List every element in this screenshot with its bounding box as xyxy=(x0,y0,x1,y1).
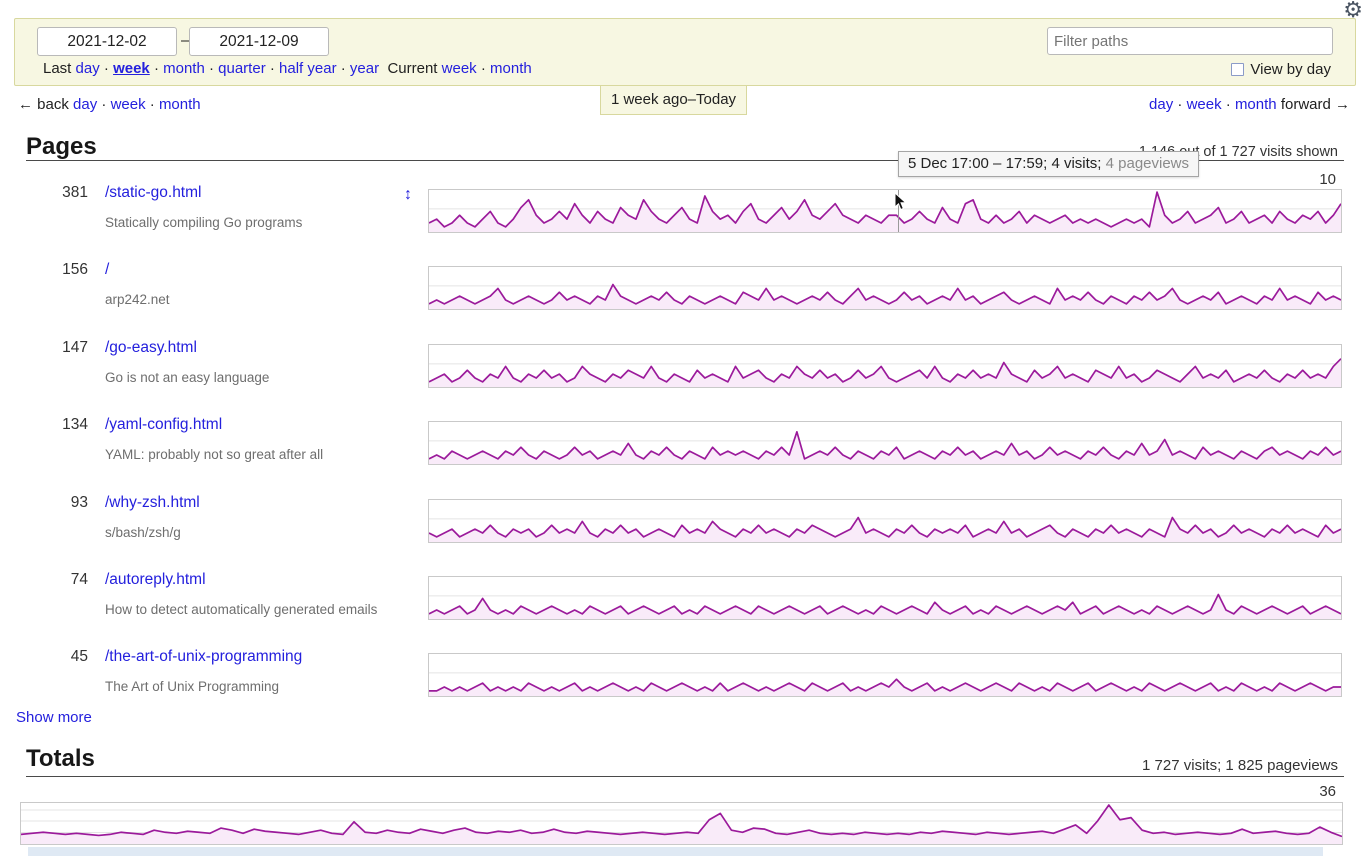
sparkline-chart[interactable] xyxy=(428,653,1342,697)
view-by-day-checkbox[interactable] xyxy=(1231,63,1244,76)
page-path-link[interactable]: /why-zsh.html xyxy=(105,494,200,512)
sparkline-chart[interactable] xyxy=(428,499,1342,543)
page-title-text: s/bash/zsh/g xyxy=(105,525,181,540)
page-visit-count: 74 xyxy=(26,571,88,589)
sparkline-chart[interactable] xyxy=(428,421,1342,465)
page-visit-count: 93 xyxy=(26,494,88,512)
page-title-text: The Art of Unix Programming xyxy=(105,679,279,694)
page-title-text: How to detect automatically generated em… xyxy=(105,602,377,617)
page-visit-count: 134 xyxy=(26,416,88,434)
page-path-link[interactable]: /autoreply.html xyxy=(105,571,206,589)
forward-label: forward → xyxy=(1281,96,1350,113)
page-path-link[interactable]: /the-art-of-unix-programming xyxy=(105,648,302,666)
period-last-year-link[interactable]: year xyxy=(350,60,379,77)
period-last-month-link[interactable]: month xyxy=(163,60,205,77)
forward-nav: day · week · month forward → xyxy=(1149,96,1350,113)
period-current-month-link[interactable]: month xyxy=(490,60,532,77)
period-last-day-link[interactable]: day xyxy=(76,60,100,77)
page-visit-count: 156 xyxy=(26,261,88,279)
chart-tooltip: 5 Dec 17:00 – 17:59; 4 visits; 4 pagevie… xyxy=(898,151,1199,177)
dot-separator: · xyxy=(150,96,155,113)
period-selector: Last day · week · month · quarter · half… xyxy=(43,60,532,77)
period-last-quarter-link[interactable]: quarter xyxy=(218,60,266,77)
back-nav: ← back day · week · month xyxy=(18,96,201,113)
period-current-week-link[interactable]: week xyxy=(442,60,477,77)
forward-week-link[interactable]: week xyxy=(1187,96,1222,113)
page-visit-count: 45 xyxy=(26,648,88,666)
sparkline-chart[interactable] xyxy=(428,344,1342,388)
page-path-link[interactable]: /static-go.html xyxy=(105,184,201,202)
page-path-link[interactable]: /yaml-config.html xyxy=(105,416,222,434)
page-path-link[interactable]: / xyxy=(105,261,109,279)
view-by-day-control: View by day xyxy=(1231,61,1331,78)
scale-toggle-icon[interactable]: ↕ xyxy=(404,186,412,204)
back-label: ← back xyxy=(18,96,69,113)
dot-separator: · xyxy=(1177,96,1182,113)
tooltip-text: 5 Dec 17:00 – 17:59; 4 visits; xyxy=(908,155,1106,172)
pages-chart-ymax-label: 10 xyxy=(1319,171,1336,188)
dot-separator: · xyxy=(341,60,346,77)
tooltip-pageviews-text: 4 pageviews xyxy=(1106,155,1189,172)
page-title-text: YAML: probably not so great after all xyxy=(105,447,323,462)
back-day-link[interactable]: day xyxy=(73,96,97,113)
current-label: Current xyxy=(387,60,437,77)
dot-separator: · xyxy=(270,60,275,77)
back-week-link[interactable]: week xyxy=(111,96,146,113)
page-visit-count: 147 xyxy=(26,339,88,357)
page-title-text: Go is not an easy language xyxy=(105,370,269,385)
period-last-halfyear-link[interactable]: half year xyxy=(279,60,337,77)
totals-chart[interactable] xyxy=(20,802,1343,845)
mouse-cursor xyxy=(894,192,908,216)
last-label: Last xyxy=(43,60,71,77)
totals-summary-text: 1 727 visits; 1 825 pageviews xyxy=(1142,757,1338,774)
forward-day-link[interactable]: day xyxy=(1149,96,1173,113)
dot-separator: · xyxy=(209,60,214,77)
filter-paths-input[interactable] xyxy=(1047,27,1333,55)
top-control-panel: – Last day · week · month · quarter · ha… xyxy=(14,18,1356,86)
back-month-link[interactable]: month xyxy=(159,96,201,113)
period-last-week-link[interactable]: week xyxy=(113,60,150,77)
date-end-input[interactable] xyxy=(189,27,329,56)
page-title-text: Statically compiling Go programs xyxy=(105,215,302,230)
current-range-tab: 1 week ago–Today xyxy=(600,86,747,115)
dot-separator: · xyxy=(154,60,159,77)
view-by-day-label: View by day xyxy=(1250,61,1331,78)
dot-separator: · xyxy=(1226,96,1231,113)
dot-separator: · xyxy=(101,96,106,113)
sparkline-chart[interactable] xyxy=(428,189,1342,233)
page-visit-count: 381 xyxy=(26,184,88,202)
show-more-link[interactable]: Show more xyxy=(16,709,92,726)
bottom-blue-strip xyxy=(28,847,1323,856)
page-title-text: arp242.net xyxy=(105,292,170,307)
forward-month-link[interactable]: month xyxy=(1235,96,1277,113)
dot-separator: · xyxy=(104,60,109,77)
dot-separator: · xyxy=(481,60,486,77)
sparkline-chart[interactable] xyxy=(428,266,1342,310)
totals-chart-ymax-label: 36 xyxy=(1319,783,1336,800)
sparkline-chart[interactable] xyxy=(428,576,1342,620)
page-path-link[interactable]: /go-easy.html xyxy=(105,339,197,357)
date-start-input[interactable] xyxy=(37,27,177,56)
